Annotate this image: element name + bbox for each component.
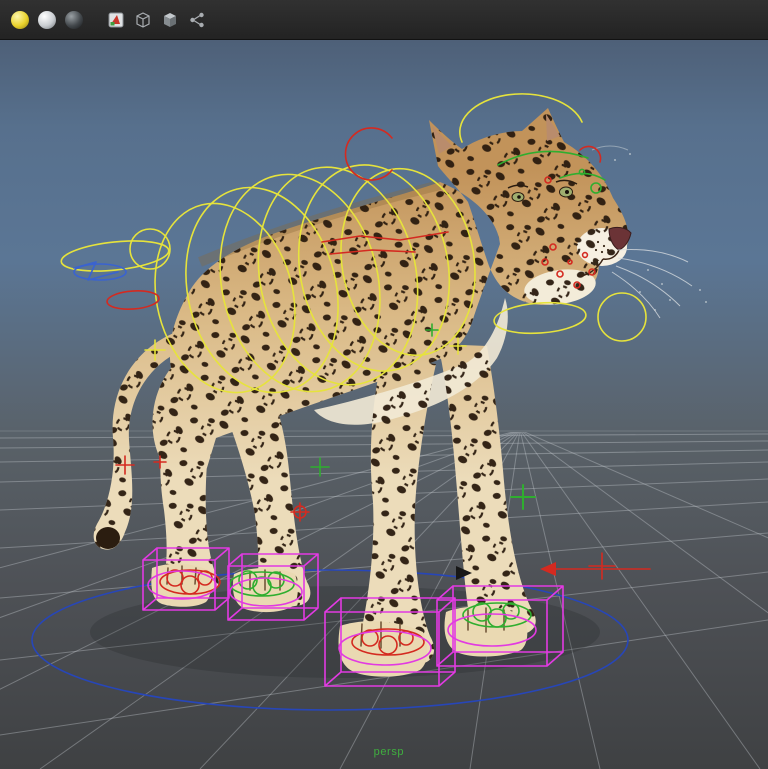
sphere-yellow-glyph bbox=[11, 11, 29, 29]
share-network-glyph bbox=[188, 11, 206, 29]
sphere-dark-glyph bbox=[65, 11, 83, 29]
scene-canvas[interactable] bbox=[0, 0, 768, 769]
color-swatch-glyph bbox=[107, 11, 125, 29]
sphere-dark-icon[interactable] bbox=[63, 9, 85, 31]
sphere-light-glyph bbox=[38, 11, 56, 29]
sphere-light-icon[interactable] bbox=[36, 9, 58, 31]
cube-icon[interactable] bbox=[159, 9, 181, 31]
share-network-icon[interactable] bbox=[186, 9, 208, 31]
camera-label[interactable]: persp bbox=[374, 746, 405, 758]
cube-outline-glyph bbox=[134, 11, 152, 29]
tail-tip bbox=[96, 527, 120, 549]
cube-outline-icon[interactable] bbox=[132, 9, 154, 31]
cube-glyph bbox=[161, 11, 179, 29]
viewport-toolbar bbox=[0, 0, 768, 40]
sphere-yellow-icon[interactable] bbox=[9, 9, 31, 31]
color-swatch-icon[interactable] bbox=[105, 9, 127, 31]
viewport[interactable]: persp bbox=[0, 0, 768, 769]
